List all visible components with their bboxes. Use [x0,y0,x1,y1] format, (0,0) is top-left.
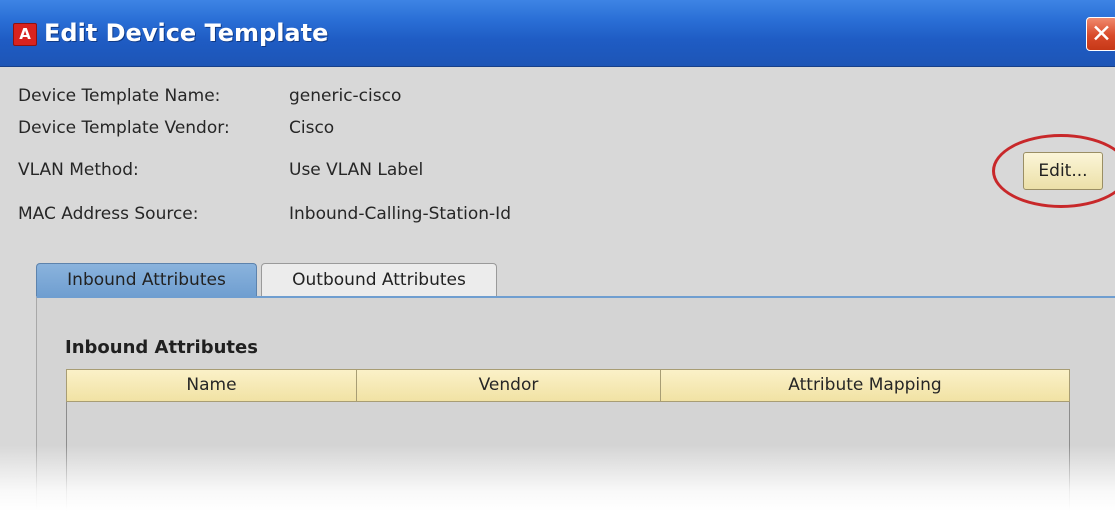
device-template-vendor-value: Cisco [289,118,335,138]
close-button[interactable]: ✕ [1086,17,1115,51]
device-template-name-label: Device Template Name: [18,86,221,106]
mac-address-source-label: MAC Address Source: [18,204,199,224]
window-title: Edit Device Template [44,19,329,47]
device-template-vendor-label: Device Template Vendor: [18,118,230,138]
tab-inbound-attributes[interactable]: Inbound Attributes [36,263,257,297]
tab-outbound-attributes[interactable]: Outbound Attributes [261,263,497,297]
column-header-name[interactable]: Name [66,369,357,402]
app-logo-glyph: A [19,25,31,43]
window-titlebar: A Edit Device Template ✕ [0,0,1115,67]
vlan-method-label: VLAN Method: [18,160,139,180]
close-icon: ✕ [1091,19,1112,48]
device-template-name-value: generic-cisco [289,86,402,106]
app-logo-icon: A [13,23,37,46]
column-header-vendor[interactable]: Vendor [356,369,661,402]
mac-address-source-value: Inbound-Calling-Station-Id [289,204,511,224]
edit-button[interactable]: Edit... [1023,152,1103,190]
column-header-attribute-mapping[interactable]: Attribute Mapping [660,369,1070,402]
vlan-method-value: Use VLAN Label [289,160,424,180]
section-title: Inbound Attributes [65,337,258,358]
